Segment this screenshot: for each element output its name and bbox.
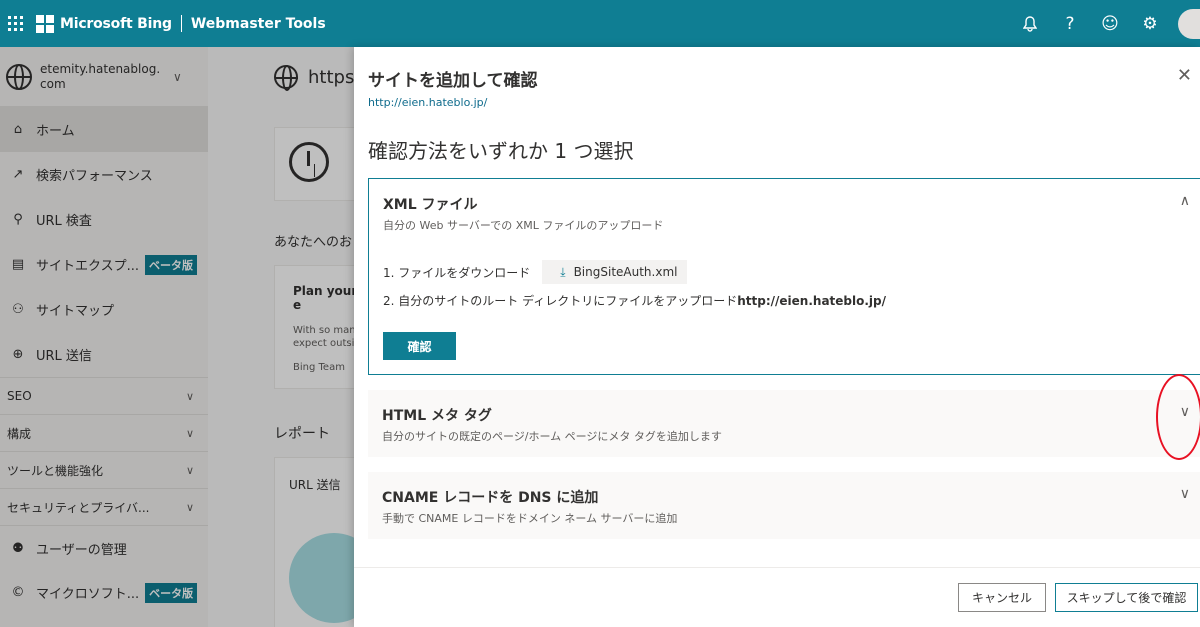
smiley-icon[interactable]: ☺ bbox=[1090, 0, 1130, 47]
download-icon: ⤓ bbox=[560, 264, 566, 279]
product-name[interactable]: Webmaster Tools bbox=[191, 16, 326, 32]
method-heading: 確認方法をいずれか 1 つ選択 bbox=[368, 139, 634, 163]
modal-overlay[interactable] bbox=[0, 47, 354, 627]
cname-option-subtitle: 手動で CNAME レコードをドメイン ネーム サーバーに追加 bbox=[382, 512, 678, 525]
annotation-circle bbox=[1156, 374, 1200, 460]
step1-text: 1. ファイルをダウンロード bbox=[383, 265, 531, 280]
close-icon[interactable]: ✕ bbox=[1177, 65, 1192, 86]
step2-text: 2. 自分のサイトのルート ディレクトリにファイルをアップロードhttp://e… bbox=[383, 292, 886, 309]
download-xml-button[interactable]: ⤓ BingSiteAuth.xml bbox=[542, 260, 688, 284]
brand-divider bbox=[180, 15, 182, 32]
cname-option[interactable]: CNAME レコードを DNS に追加 手動で CNAME レコードをドメイン … bbox=[368, 472, 1200, 539]
cname-option-title: CNAME レコードを DNS に追加 bbox=[382, 490, 599, 506]
xml-option-title[interactable]: XML ファイル bbox=[383, 194, 478, 214]
xml-file-option: XML ファイル 自分の Web サーバーでの XML ファイルのアップロード … bbox=[368, 178, 1200, 375]
panel-title: サイトを追加して確認 bbox=[368, 71, 538, 91]
xml-steps: 1. ファイルをダウンロード ⤓ BingSiteAuth.xml 2. 自分の… bbox=[383, 260, 886, 309]
xml-option-subtitle: 自分の Web サーバーでの XML ファイルのアップロード bbox=[383, 219, 664, 232]
brand-name[interactable]: Microsoft Bing bbox=[60, 16, 172, 32]
help-icon[interactable]: ? bbox=[1050, 0, 1090, 47]
panel-site-url: http://eien.hateblo.jp/ bbox=[368, 96, 488, 109]
gear-icon[interactable]: ⚙ bbox=[1130, 0, 1170, 47]
step2-prefix: 2. 自分のサイトのルート ディレクトリにファイルをアップロード bbox=[383, 294, 738, 308]
top-bar: Microsoft Bing Webmaster Tools ? ☺ ⚙ bbox=[0, 0, 1200, 47]
chevron-up-icon[interactable]: ∧ bbox=[1180, 193, 1190, 209]
html-option-title: HTML メタ タグ bbox=[382, 408, 492, 424]
app-launcher-icon[interactable] bbox=[0, 0, 30, 47]
html-meta-tag-option[interactable]: HTML メタ タグ 自分のサイトの既定のページ/ホーム ページにメタ タグを追… bbox=[368, 390, 1200, 457]
skip-verify-later-button[interactable]: スキップして後で確認 bbox=[1055, 583, 1198, 612]
cancel-button[interactable]: キャンセル bbox=[958, 583, 1046, 612]
verify-button[interactable]: 確認 bbox=[383, 332, 456, 360]
microsoft-logo-icon bbox=[36, 14, 54, 33]
footer-divider bbox=[354, 567, 1200, 568]
add-verify-site-panel: サイトを追加して確認 http://eien.hateblo.jp/ ✕ 確認方… bbox=[354, 47, 1200, 627]
avatar[interactable] bbox=[1178, 8, 1200, 39]
bell-icon[interactable] bbox=[1010, 0, 1050, 47]
step2-url: http://eien.hateblo.jp/ bbox=[737, 294, 887, 308]
download-filename: BingSiteAuth.xml bbox=[573, 265, 678, 279]
chevron-down-icon[interactable]: ∨ bbox=[1180, 486, 1190, 502]
html-option-subtitle: 自分のサイトの既定のページ/ホーム ページにメタ タグを追加します bbox=[382, 430, 722, 443]
